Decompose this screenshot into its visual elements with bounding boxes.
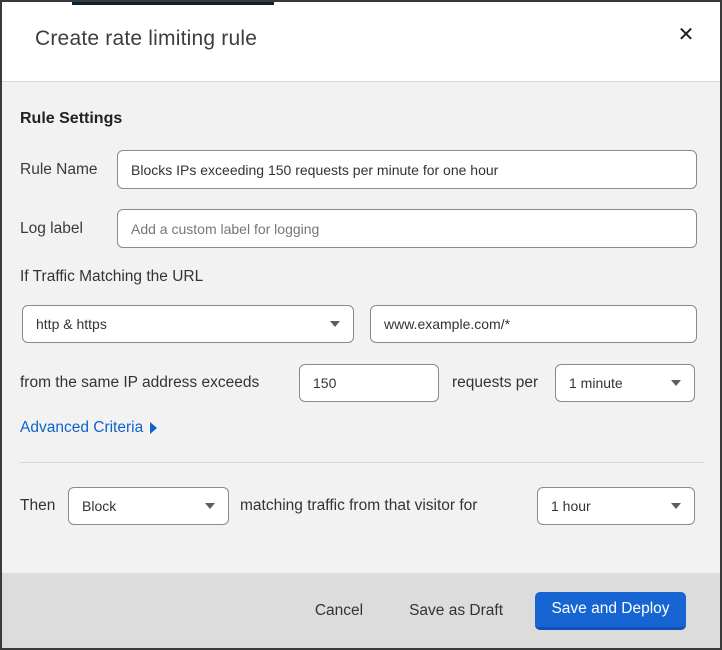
duration-select-value: 1 hour [551, 498, 591, 514]
action-select-value: Block [82, 498, 117, 514]
duration-select[interactable]: 1 hour [537, 487, 695, 525]
rule-name-input[interactable] [117, 150, 697, 189]
cancel-button[interactable]: Cancel [311, 594, 367, 628]
rate-limit-modal-screenshot: Create rate limiting rule ✕ Rule Setting… [0, 0, 722, 650]
threshold-suffix-text: requests per [452, 374, 539, 391]
log-label-label: Log label [20, 220, 83, 237]
action-prefix-text: Then [20, 497, 56, 514]
threshold-prefix-text: from the same IP address exceeds [20, 374, 260, 391]
match-intro-text: If Traffic Matching the URL [20, 268, 204, 285]
url-pattern-input[interactable] [370, 305, 697, 343]
section-divider [20, 462, 704, 463]
period-select[interactable]: 1 minute [555, 364, 695, 402]
scheme-select-value: http & https [36, 316, 107, 332]
action-select[interactable]: Block [68, 487, 229, 525]
chevron-right-icon [150, 422, 158, 434]
modal-title: Create rate limiting rule [35, 27, 258, 50]
chevron-down-icon [671, 380, 681, 386]
modal-footer: Cancel Save as Draft Save and Deploy [2, 573, 720, 648]
threshold-input[interactable] [299, 364, 439, 402]
modal-header: Create rate limiting rule ✕ [2, 5, 720, 82]
save-as-draft-button[interactable]: Save as Draft [405, 594, 507, 628]
chevron-down-icon [205, 503, 215, 509]
chevron-down-icon [671, 503, 681, 509]
chevron-down-icon [330, 321, 340, 327]
rule-name-label: Rule Name [20, 161, 98, 178]
advanced-criteria-link[interactable]: Advanced Criteria [20, 419, 158, 437]
scheme-select[interactable]: http & https [22, 305, 354, 343]
log-label-input[interactable] [117, 209, 697, 248]
close-icon[interactable]: ✕ [669, 17, 703, 51]
action-middle-text: matching traffic from that visitor for [240, 497, 478, 514]
advanced-criteria-label: Advanced Criteria [20, 419, 144, 436]
save-and-deploy-button[interactable]: Save and Deploy [535, 591, 686, 630]
section-heading-rule-settings: Rule Settings [20, 110, 123, 127]
modal-body: Rule Settings Rule Name Log label If Tra… [2, 82, 720, 573]
period-select-value: 1 minute [569, 375, 623, 391]
